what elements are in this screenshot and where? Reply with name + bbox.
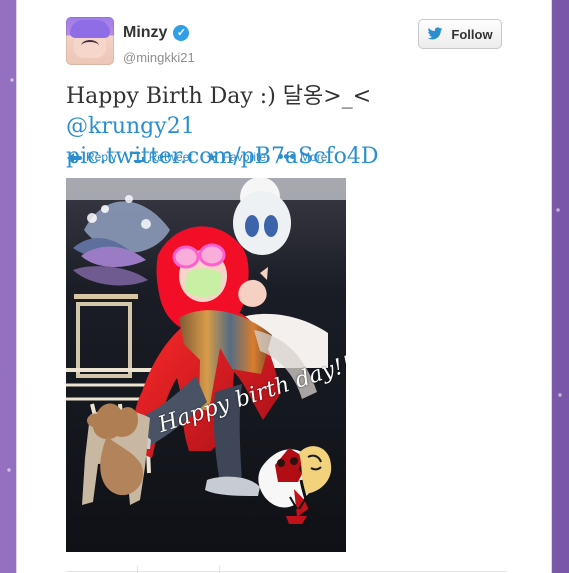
tweet-text-prefix: Happy Birth Day :) 달옹>_< [66, 84, 372, 109]
verified-badge-icon: ✓ [173, 25, 190, 41]
follow-label: Follow [451, 26, 493, 42]
reply-action[interactable]: Reply [66, 150, 117, 164]
profile-name-row: Minzy ✓ [123, 24, 190, 42]
twitter-bird-icon [427, 27, 443, 41]
more-dots-icon [278, 154, 296, 160]
avatar[interactable] [66, 17, 114, 65]
favorite-action[interactable]: ★ Favorite [205, 150, 266, 164]
reply-label: Reply [86, 150, 117, 164]
tweet-card: Minzy ✓ @mingkki21 Follow Happy Birth Da… [16, 0, 552, 573]
bottom-divider [66, 566, 551, 573]
retweet-action[interactable]: Retweet [129, 150, 193, 164]
more-action[interactable]: More [278, 150, 327, 164]
more-label: More [300, 150, 328, 164]
avatar-face [81, 40, 99, 52]
retweet-icon [129, 151, 145, 163]
handle[interactable]: @mingkki21 [123, 50, 195, 65]
follow-button[interactable]: Follow [418, 19, 502, 49]
mention-link[interactable]: @krungy21 [66, 114, 195, 139]
tweet-actions: Reply Retweet ★ Favorite More [66, 150, 327, 164]
reply-icon [66, 151, 82, 163]
retweet-label: Retweet [148, 150, 193, 164]
display-name[interactable]: Minzy [123, 24, 167, 42]
tweet-photo[interactable]: Happy birth day!! [66, 178, 346, 552]
favorite-label: Favorite [222, 150, 267, 164]
star-icon: ★ [205, 149, 218, 165]
